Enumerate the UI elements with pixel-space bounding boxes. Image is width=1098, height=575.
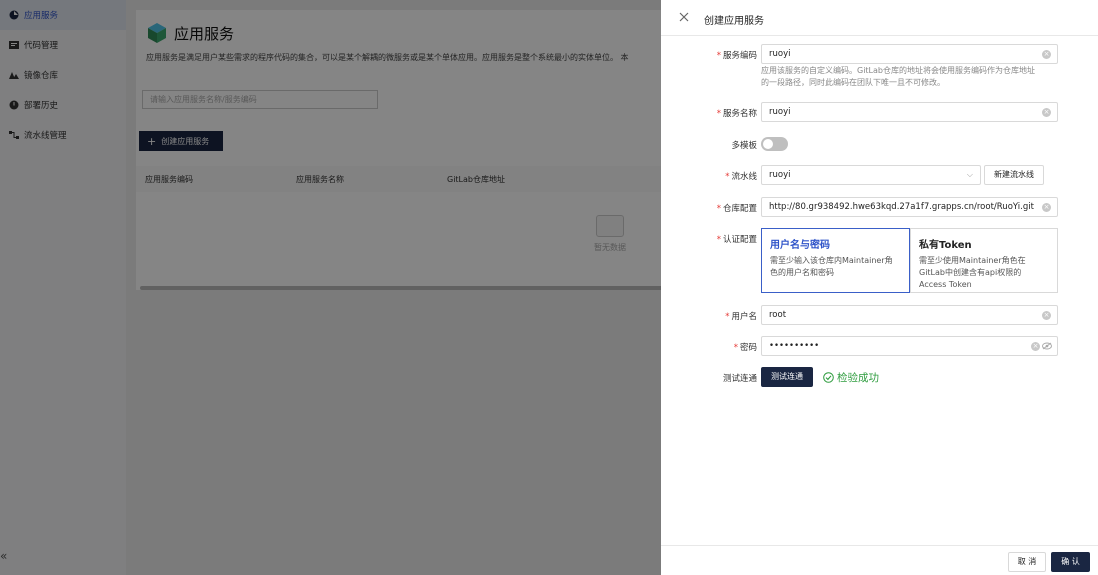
cancel-button[interactable]: 取 消: [1008, 552, 1046, 572]
auth-option-desc-line1: 需至少输入该仓库内Maintainer角: [770, 256, 893, 265]
clear-icon[interactable]: ×: [1042, 108, 1051, 117]
confirm-button[interactable]: 确 认: [1051, 552, 1090, 572]
auth-option-title: 用户名与密码: [770, 240, 830, 251]
chevron-down-icon: ⌵: [966, 170, 973, 179]
required-mark: *: [716, 51, 721, 61]
auth-config-label: * 认证配置: [657, 233, 757, 245]
password-label-text: 密码: [739, 343, 757, 353]
pipeline-label: * 流水线: [657, 170, 757, 182]
multi-template-label: 多模板: [731, 141, 757, 151]
clear-icon[interactable]: ×: [1031, 342, 1040, 351]
test-result: 检验成功: [823, 370, 879, 385]
drawer-title: 创建应用服务: [704, 16, 764, 27]
eye-off-icon[interactable]: [1042, 342, 1052, 350]
required-mark: *: [716, 204, 721, 214]
drawer-header: 创建应用服务: [661, 0, 1098, 36]
check-circle-icon: [823, 372, 834, 383]
pipeline-select[interactable]: ruoyi ⌵: [761, 165, 981, 185]
required-mark: *: [725, 172, 730, 182]
test-result-text: 检验成功: [837, 372, 879, 384]
pipeline-label-text: 流水线: [731, 172, 757, 182]
auth-option-desc-line1: 需至少使用Maintainer角色在: [919, 256, 1026, 265]
service-name-label-text: 服务名称: [722, 109, 757, 119]
required-mark: *: [725, 312, 730, 322]
repo-url-value: http://80.gr938492.hwe63kqd.27a1f7.grapp…: [769, 202, 1034, 212]
service-code-label-text: 服务编码: [722, 51, 757, 61]
multi-template-toggle[interactable]: [761, 137, 788, 151]
service-code-hint-line1: 应用该服务的自定义编码。GitLab仓库的地址将会使用服务编码作为仓库地址: [761, 66, 1035, 75]
test-connection-label: 测试连通: [722, 374, 757, 384]
password-value: ••••••••••: [769, 341, 820, 351]
modal-mask[interactable]: [0, 0, 661, 575]
username-label: * 用户名: [657, 310, 757, 322]
auth-option-title: 私有Token: [919, 240, 972, 251]
service-name-input[interactable]: ruoyi ×: [761, 102, 1058, 122]
service-code-input[interactable]: ruoyi ×: [761, 44, 1058, 64]
username-input[interactable]: root ×: [761, 305, 1058, 325]
repo-url-input[interactable]: http://80.gr938492.hwe63kqd.27a1f7.grapp…: [761, 197, 1058, 217]
service-code-value: ruoyi: [769, 49, 791, 59]
clear-icon[interactable]: ×: [1042, 203, 1051, 212]
auth-option-private-token[interactable]: 私有Token 需至少使用Maintainer角色在 GitLab中创建含有ap…: [910, 228, 1058, 293]
username-value: root: [769, 310, 787, 320]
clear-icon[interactable]: ×: [1042, 311, 1051, 320]
auth-option-desc-line3: Access Token: [919, 280, 972, 289]
required-mark: *: [716, 235, 721, 245]
create-app-service-drawer: 创建应用服务 * 服务编码 ruoyi × 应用该服务的自定义编码。GitLab仓…: [661, 0, 1098, 575]
pipeline-value: ruoyi: [769, 170, 791, 180]
repo-config-label: * 仓库配置: [657, 202, 757, 214]
auth-option-desc-line2: GitLab中创建含有api权限的: [919, 268, 1022, 277]
auth-option-username-password[interactable]: 用户名与密码 需至少输入该仓库内Maintainer角 色的用户名和密码: [761, 228, 910, 293]
clear-icon[interactable]: ×: [1042, 50, 1051, 59]
test-connection-button[interactable]: 测试连通: [761, 367, 813, 387]
new-pipeline-button[interactable]: 新建流水线: [984, 165, 1044, 185]
service-name-value: ruoyi: [769, 107, 791, 117]
required-mark: *: [733, 343, 738, 353]
password-label: * 密码: [657, 341, 757, 353]
service-name-label: * 服务名称: [657, 107, 757, 119]
username-label-text: 用户名: [731, 312, 757, 322]
close-icon[interactable]: [678, 11, 690, 23]
auth-config-label-text: 认证配置: [722, 235, 757, 245]
service-code-hint-line2: 的一段路径，同时此编码在团队下唯一且不可修改。: [761, 78, 945, 87]
required-mark: *: [716, 109, 721, 119]
password-input[interactable]: •••••••••• ×: [761, 336, 1058, 356]
auth-option-desc-line2: 色的用户名和密码: [770, 268, 834, 277]
service-code-label: * 服务编码: [657, 49, 757, 61]
toggle-knob: [763, 139, 773, 149]
repo-config-label-text: 仓库配置: [722, 204, 757, 214]
service-code-hint: 应用该服务的自定义编码。GitLab仓库的地址将会使用服务编码作为仓库地址 的一…: [761, 65, 1061, 89]
